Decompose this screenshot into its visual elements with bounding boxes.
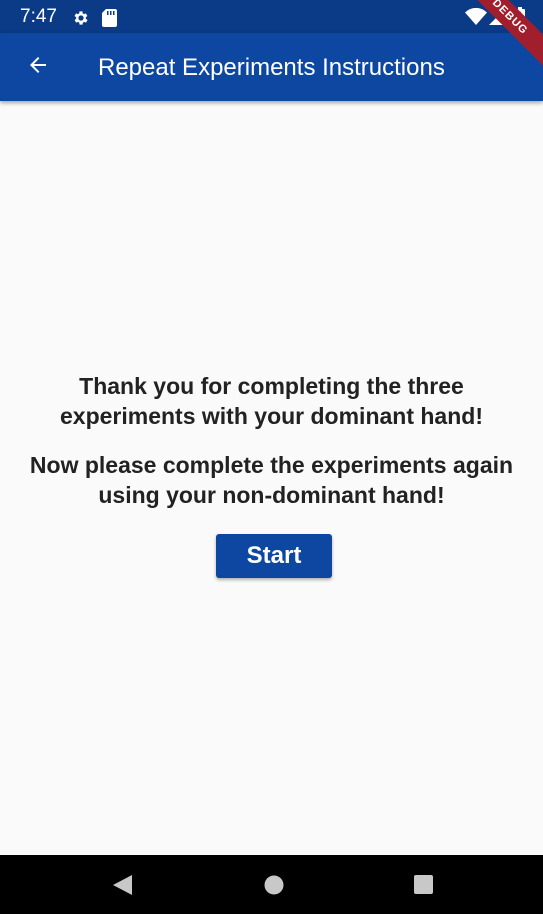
- recents-square-icon[interactable]: [414, 875, 433, 899]
- page-title: Repeat Experiments Instructions: [98, 54, 445, 81]
- settings-icon: [72, 9, 90, 32]
- main-content: Thank you for completing the three exper…: [0, 101, 543, 855]
- status-bar: 7:47: [0, 0, 543, 33]
- app-bar: Repeat Experiments Instructions: [0, 33, 543, 101]
- home-circle-icon[interactable]: [264, 875, 284, 900]
- message-line: experiments with your dominant hand!: [60, 403, 483, 429]
- arrow-back-icon: [26, 53, 50, 82]
- back-button[interactable]: [20, 49, 56, 85]
- sd-card-icon: [102, 9, 117, 32]
- start-button[interactable]: Start: [216, 534, 332, 578]
- system-nav-bar: [0, 855, 543, 914]
- wifi-icon: [465, 7, 487, 30]
- instruction-message: Now please complete the experiments agai…: [0, 450, 543, 510]
- screen: 7:47 Repeat Experiments Instructions DEB…: [0, 0, 543, 914]
- back-triangle-icon[interactable]: [113, 875, 132, 900]
- message-line: using your non-dominant hand!: [98, 482, 445, 508]
- status-time: 7:47: [20, 6, 57, 27]
- thank-you-message: Thank you for completing the three exper…: [0, 371, 543, 431]
- message-line: Now please complete the experiments agai…: [29, 452, 514, 478]
- message-line: Thank you for completing the three: [79, 373, 464, 399]
